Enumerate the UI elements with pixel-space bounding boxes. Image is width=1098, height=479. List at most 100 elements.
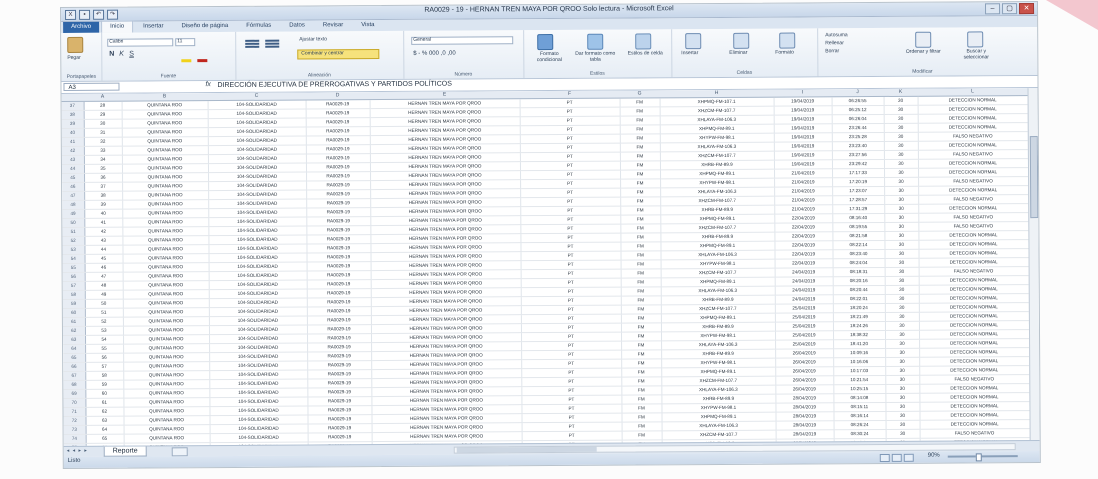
row-header[interactable]: 54: [62, 254, 85, 264]
normal-view-button[interactable]: [879, 453, 890, 463]
row-header[interactable]: 37: [61, 101, 84, 111]
row-header[interactable]: 53: [62, 245, 85, 255]
cell-d[interactable]: RA0029-19: [306, 279, 371, 289]
column-header-l[interactable]: L: [918, 88, 1028, 96]
cell-i[interactable]: 22/04/2019: [774, 222, 833, 233]
cell-a[interactable]: 45: [84, 254, 123, 264]
cell-d[interactable]: RA0029-19: [305, 108, 370, 119]
cell-k[interactable]: 30: [884, 231, 919, 241]
sheet-tab-reporte[interactable]: Reporte: [103, 446, 147, 457]
cell-a[interactable]: 42: [84, 227, 123, 237]
cell-k[interactable]: 30: [883, 123, 918, 133]
cell-g[interactable]: FM: [620, 178, 661, 189]
cell-j[interactable]: 08:20:16: [832, 276, 885, 286]
cell-g[interactable]: FM: [619, 133, 660, 144]
row-header[interactable]: 61: [62, 317, 85, 327]
cell-d[interactable]: RA0029-19: [306, 288, 371, 298]
cell-k[interactable]: 30: [885, 429, 920, 439]
row-header[interactable]: 43: [61, 155, 84, 165]
row-header[interactable]: 48: [62, 200, 85, 210]
zoom-level[interactable]: 90%: [928, 453, 940, 459]
cell-d[interactable]: RA0029-19: [307, 414, 372, 424]
cell-a[interactable]: 53: [84, 326, 124, 336]
cell-a[interactable]: 49: [84, 290, 123, 300]
new-sheet-icon[interactable]: [171, 447, 188, 457]
column-header-d[interactable]: D: [306, 92, 370, 99]
cell-i[interactable]: 19/04/2019: [773, 97, 832, 107]
cell-k[interactable]: 30: [884, 168, 919, 178]
format-table-icon[interactable]: [587, 33, 604, 50]
row-header[interactable]: 57: [62, 281, 85, 291]
cell-j[interactable]: 23:27:56: [831, 150, 884, 160]
cell-j[interactable]: 08:22:01: [832, 294, 885, 304]
formula-input[interactable]: DIRECCIÓN EJECUTIVA DE PRERROGATIVAS Y P…: [217, 81, 451, 89]
cell-k[interactable]: 30: [884, 330, 920, 340]
cell-d[interactable]: RA0029-19: [306, 198, 371, 208]
cell-k[interactable]: 30: [883, 105, 918, 115]
cell-g[interactable]: FM: [620, 205, 661, 216]
align-top-icon[interactable]: [245, 39, 260, 42]
cell-a[interactable]: 56: [85, 353, 124, 363]
cell-g[interactable]: FM: [620, 187, 661, 198]
cell-d[interactable]: RA0029-19: [307, 387, 372, 397]
row-header[interactable]: 65: [63, 353, 86, 363]
maximize-button[interactable]: ▢: [1001, 3, 1018, 15]
cell-i[interactable]: 24/04/2019: [774, 285, 833, 296]
cell-j[interactable]: 17:23:07: [832, 186, 885, 196]
cell-d[interactable]: RA0029-19: [306, 216, 371, 226]
cell-a[interactable]: 35: [83, 164, 123, 174]
cell-g[interactable]: FM: [620, 268, 661, 279]
cell-j[interactable]: 17:31:29: [832, 204, 885, 214]
row-header[interactable]: 72: [63, 416, 86, 426]
cell-i[interactable]: 21/04/2019: [774, 168, 833, 179]
sort-filter-icon[interactable]: [915, 31, 932, 48]
cell-j[interactable]: 18:20:24: [832, 303, 885, 313]
cell-k[interactable]: 30: [883, 96, 918, 106]
cell-a[interactable]: 63: [85, 416, 124, 426]
cell-a[interactable]: 43: [84, 236, 123, 246]
cell-i[interactable]: 26/04/2019: [775, 348, 834, 359]
cell-k[interactable]: 30: [885, 420, 920, 430]
cell-k[interactable]: 30: [884, 321, 919, 331]
cell-styles-icon[interactable]: [635, 33, 652, 50]
cell-i[interactable]: 28/04/2019: [775, 429, 834, 440]
row-header[interactable]: 58: [62, 290, 85, 300]
cell-i[interactable]: 19/04/2019: [773, 105, 832, 116]
cell-g[interactable]: FM: [619, 124, 660, 135]
cell-j[interactable]: 08:21:58: [832, 231, 885, 241]
cell-i[interactable]: 19/04/2019: [773, 159, 833, 170]
cell-g[interactable]: FM: [620, 250, 661, 261]
row-header[interactable]: 40: [61, 128, 84, 138]
cell-j[interactable]: 18:21:49: [832, 312, 885, 322]
cell-a[interactable]: 59: [85, 380, 124, 390]
row-header[interactable]: 46: [62, 182, 85, 192]
cell-g[interactable]: FM: [620, 259, 661, 270]
cell-a[interactable]: 44: [84, 245, 123, 255]
cell-d[interactable]: RA0029-19: [306, 315, 371, 325]
cell-d[interactable]: RA0029-19: [305, 126, 370, 137]
cell-k[interactable]: 30: [885, 411, 920, 421]
cell-a[interactable]: 62: [85, 407, 124, 417]
fill-button[interactable]: Rellenar: [825, 40, 844, 46]
cell-d[interactable]: RA0029-19: [306, 252, 371, 262]
cell-g[interactable]: FM: [621, 421, 662, 432]
cell-j[interactable]: 08:15:11: [833, 402, 886, 412]
cell-k[interactable]: 30: [884, 303, 919, 313]
cell-i[interactable]: 19/04/2019: [773, 114, 832, 125]
cell-i[interactable]: 25/04/2019: [774, 330, 834, 341]
cell-j[interactable]: 08:16:14: [833, 411, 886, 421]
cell-i[interactable]: 28/04/2019: [775, 411, 834, 422]
cell-i[interactable]: 19/04/2019: [773, 132, 832, 143]
name-box[interactable]: A3: [63, 82, 120, 91]
cell-g[interactable]: FM: [619, 106, 660, 117]
delete-cells-icon[interactable]: [733, 32, 750, 49]
cell-k[interactable]: 30: [884, 195, 919, 205]
cell-d[interactable]: RA0029-19: [305, 162, 371, 173]
row-header[interactable]: 38: [61, 110, 84, 120]
cell-j[interactable]: 23:29:42: [831, 159, 885, 169]
column-header-g[interactable]: G: [620, 90, 660, 97]
cell-d[interactable]: RA0029-19: [305, 117, 370, 128]
cell-j[interactable]: 23:26:44: [831, 123, 884, 133]
cell-d[interactable]: RA0029-19: [306, 270, 371, 280]
cell-i[interactable]: 21/04/2019: [774, 204, 833, 215]
